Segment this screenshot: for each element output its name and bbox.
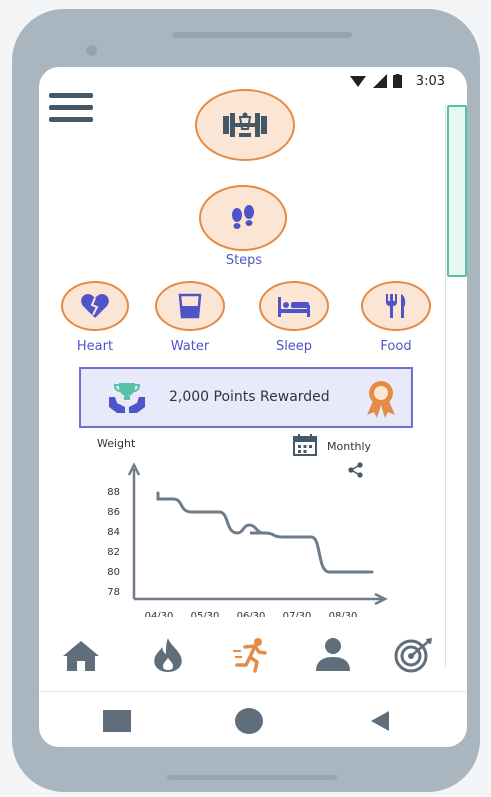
bed-icon [278, 297, 310, 317]
battery-icon [392, 74, 402, 88]
target-icon[interactable] [393, 637, 435, 673]
steps-label: Steps [225, 253, 263, 268]
weight-chart: 88 86 84 82 80 78 04/30 05/30 06/30 07/30 08/30 [107, 462, 388, 617]
x-tick-label: 07/30 [283, 611, 312, 617]
status-time: 3:03 [415, 73, 445, 89]
flame-icon[interactable] [151, 637, 185, 673]
reward-text: 2,000 Points Rewarded [169, 389, 330, 405]
running-icon[interactable] [231, 637, 271, 673]
reward-banner[interactable]: 2,000 Points Rewarded [79, 367, 413, 428]
steps-button[interactable] [199, 185, 287, 251]
barbell-icon [223, 112, 267, 137]
y-tick-label: 82 [107, 547, 120, 558]
series-line [156, 491, 374, 574]
status-bar: 3:03 [349, 71, 445, 91]
footprints-icon [232, 205, 254, 229]
y-tick-label: 84 [107, 527, 120, 538]
bottom-nav [39, 637, 467, 689]
trophy-hands-icon [109, 383, 145, 413]
y-tick-label: 80 [107, 567, 120, 578]
category-label: Food [380, 339, 412, 354]
scrollbar-thumb[interactable] [447, 105, 467, 277]
home-system-button[interactable] [235, 708, 263, 734]
food-button[interactable] [361, 281, 431, 331]
menu-line [49, 93, 93, 98]
signal-icon [372, 74, 387, 88]
app-screen: 3:03 Steps Heart Water Sleep Food 2,000 … [39, 67, 467, 747]
category-label: Sleep [275, 339, 313, 354]
y-tick-label: 86 [107, 507, 120, 518]
x-tick-label: 06/30 [237, 611, 266, 617]
water-glass-icon [178, 293, 202, 319]
recents-button[interactable] [103, 710, 131, 732]
calendar-icon[interactable] [293, 434, 317, 456]
wifi-icon [349, 76, 366, 87]
water-button[interactable] [155, 281, 225, 331]
back-icon[interactable] [370, 710, 390, 732]
x-tick-label: 08/30 [329, 611, 358, 617]
fork-knife-icon [386, 294, 406, 318]
sleep-button[interactable] [259, 281, 329, 331]
menu-line [49, 105, 93, 110]
user-icon[interactable] [313, 637, 353, 673]
category-label: Heart [76, 339, 114, 354]
period-selector[interactable]: Monthly [327, 440, 371, 453]
x-tick-label: 05/30 [191, 611, 220, 617]
y-tick-label: 88 [107, 487, 120, 498]
phone-bottom-bar [167, 775, 337, 780]
speaker-grille [172, 32, 352, 38]
y-tick-label: 78 [107, 587, 120, 598]
award-ribbon-icon [367, 381, 395, 418]
broken-heart-icon [81, 294, 109, 318]
workout-button[interactable] [195, 89, 295, 161]
heart-button[interactable] [61, 281, 129, 331]
system-nav-bar [39, 691, 467, 747]
home-icon[interactable] [61, 639, 101, 673]
menu-line [49, 117, 93, 122]
x-tick-label: 04/30 [145, 611, 174, 617]
menu-button[interactable] [49, 93, 93, 125]
chart-ylabel: Weight [97, 437, 136, 450]
camera-dot [86, 45, 97, 56]
category-label: Water [170, 339, 210, 354]
